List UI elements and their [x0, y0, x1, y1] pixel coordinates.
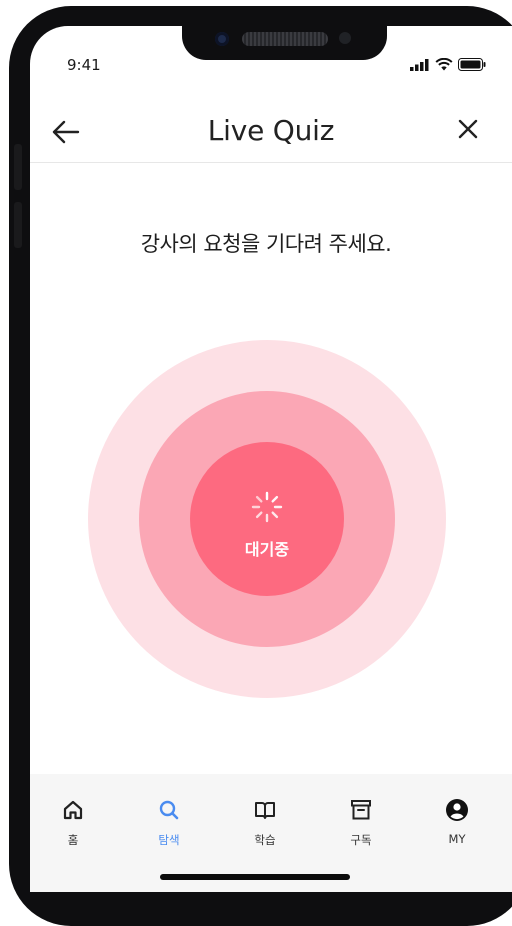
- page-title: Live Quiz: [207, 114, 335, 147]
- status-time: 9:41: [67, 56, 101, 74]
- front-camera: [215, 32, 229, 46]
- user-icon: [446, 799, 468, 821]
- waiting-status-label: 대기중: [244, 540, 290, 559]
- search-icon: [159, 800, 179, 820]
- tab-learning-label: 학습: [254, 833, 276, 847]
- close-button[interactable]: [455, 116, 481, 146]
- home-icon: [63, 800, 83, 820]
- archive-icon: [351, 800, 371, 820]
- home-indicator[interactable]: [160, 874, 350, 880]
- battery-icon: [458, 58, 486, 71]
- tab-my-label: MY: [448, 832, 466, 846]
- tab-search-label: 탐색: [158, 833, 180, 847]
- tab-search[interactable]: 탐색: [139, 798, 199, 848]
- instruction-text: 강사의 요청을 기다려 주세요.: [140, 232, 392, 256]
- notch: [182, 26, 387, 60]
- signal-icon: [410, 58, 429, 71]
- tab-subscribe-label: 구독: [350, 833, 372, 847]
- tab-home-label: 홈: [67, 833, 79, 847]
- sensor: [339, 32, 351, 44]
- tab-my[interactable]: MY: [427, 798, 487, 846]
- book-icon: [255, 802, 275, 819]
- side-button-mute: [14, 144, 22, 190]
- wifi-icon: [435, 58, 453, 71]
- tab-subscribe[interactable]: 구독: [331, 798, 391, 848]
- close-icon: [458, 119, 478, 139]
- tab-home[interactable]: 홈: [43, 798, 103, 848]
- app-screen: 9:41 Live Quiz 강사의 요청을 기다려 주세요. 대기중 홈 탐색…: [30, 26, 512, 892]
- earpiece-speaker: [242, 32, 328, 46]
- side-button-volume: [14, 202, 22, 248]
- tab-learning[interactable]: 학습: [235, 798, 295, 848]
- top-bar: Live Quiz: [30, 104, 512, 163]
- loading-spinner-icon: [251, 491, 283, 523]
- status-icons: [410, 58, 486, 71]
